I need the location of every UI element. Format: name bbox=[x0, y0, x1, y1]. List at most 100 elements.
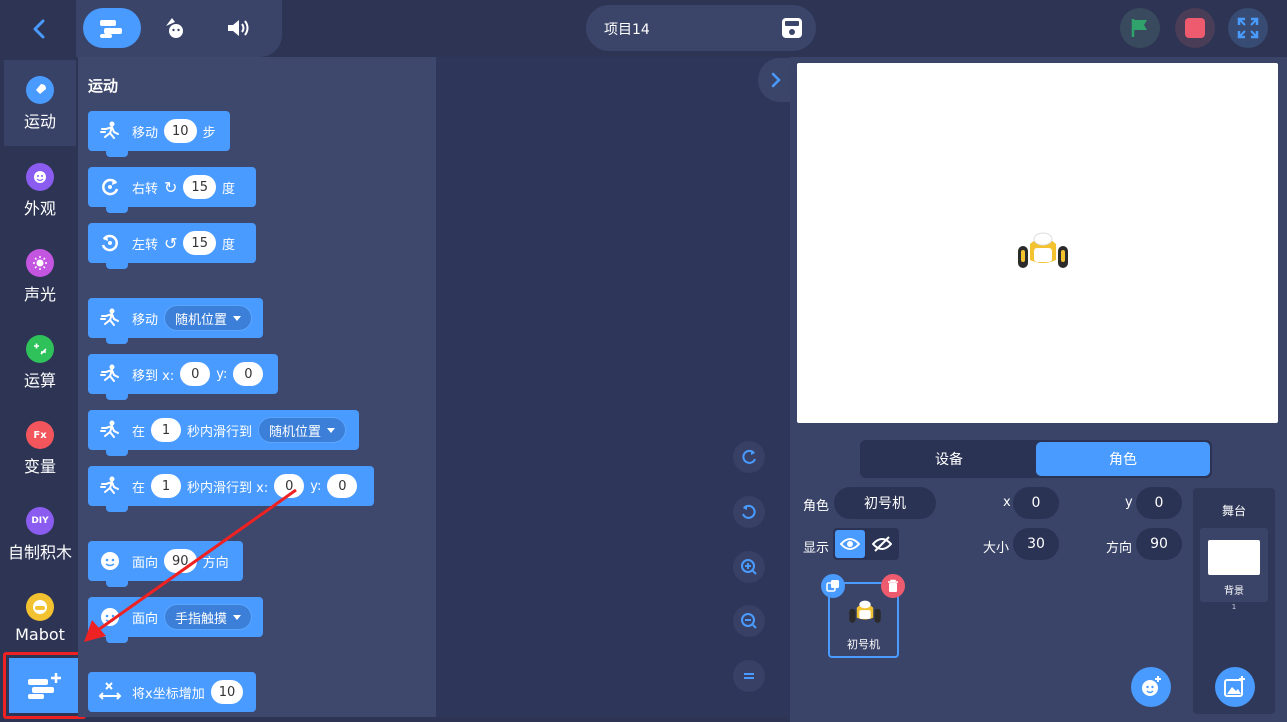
seconds-input[interactable]: 1 bbox=[151, 474, 182, 498]
category-sound-light[interactable]: 声光 bbox=[4, 233, 76, 319]
stop-button[interactable] bbox=[1175, 8, 1215, 48]
tab-device[interactable]: 设备 bbox=[862, 442, 1036, 476]
size-field[interactable]: 30 bbox=[1013, 528, 1059, 560]
redo-icon bbox=[742, 449, 756, 464]
stage-canvas[interactable] bbox=[797, 63, 1278, 423]
counterclockwise-icon: ↺ bbox=[164, 233, 178, 253]
y-label: y bbox=[1125, 495, 1133, 510]
block-turn-right[interactable]: 右转 ↻ 15 度 bbox=[88, 167, 256, 213]
show-button[interactable] bbox=[835, 530, 865, 558]
block-turn-left[interactable]: 左转 ↺ 15 度 bbox=[88, 223, 256, 269]
target-dropdown[interactable]: 随机位置 bbox=[258, 417, 347, 443]
x-input[interactable]: 0 bbox=[274, 474, 305, 498]
y-field[interactable]: 0 bbox=[1136, 487, 1182, 519]
green-flag-button[interactable] bbox=[1120, 8, 1160, 48]
running-icon bbox=[97, 305, 123, 331]
category-motion[interactable]: 运动 bbox=[4, 60, 76, 146]
project-title-bar: 项目14 bbox=[586, 5, 816, 51]
equals-icon bbox=[744, 673, 754, 679]
category-looks[interactable]: 外观 bbox=[4, 147, 76, 233]
robot-sprite-icon[interactable] bbox=[1016, 230, 1070, 272]
zoom-reset-button[interactable] bbox=[733, 660, 765, 692]
block-text: 在 bbox=[132, 424, 146, 440]
zoom-in-button[interactable] bbox=[733, 551, 765, 583]
hide-button[interactable] bbox=[867, 530, 897, 558]
block-text: y: bbox=[310, 478, 322, 494]
duplicate-sprite-button[interactable] bbox=[821, 574, 845, 598]
category-sidebar: 运动 外观 声光 运算 Fx 变量 DIY 自制积木 Mabot bbox=[4, 57, 76, 657]
category-operators[interactable]: 运算 bbox=[4, 319, 76, 405]
block-text: 秒内滑行到 x: bbox=[187, 480, 269, 496]
running-icon bbox=[97, 417, 123, 443]
target-dropdown[interactable]: 随机位置 bbox=[164, 305, 253, 331]
towards-dropdown[interactable]: 手指触摸 bbox=[164, 604, 253, 630]
rocket-icon bbox=[26, 76, 54, 104]
undo-icon bbox=[742, 504, 756, 519]
block-notch bbox=[106, 449, 128, 456]
y-input[interactable]: 0 bbox=[233, 362, 264, 386]
collapse-stage-button[interactable] bbox=[758, 58, 794, 102]
block-notch bbox=[106, 636, 128, 643]
category-variables[interactable]: Fx 变量 bbox=[4, 405, 76, 491]
project-name[interactable]: 项目14 bbox=[604, 19, 650, 39]
steps-input[interactable]: 10 bbox=[164, 119, 197, 143]
x-input[interactable]: 0 bbox=[180, 362, 211, 386]
add-backdrop-button[interactable] bbox=[1215, 667, 1255, 707]
block-notch bbox=[106, 262, 128, 269]
block-goto-random[interactable]: 移动 随机位置 bbox=[88, 298, 263, 344]
stop-icon bbox=[1185, 18, 1205, 38]
backdrop-card[interactable]: 背景 bbox=[1200, 528, 1268, 602]
x-field[interactable]: 0 bbox=[1013, 487, 1059, 519]
light-icon bbox=[26, 249, 54, 277]
degrees-input[interactable]: 15 bbox=[183, 231, 216, 255]
category-label: 运动 bbox=[23, 112, 56, 131]
tab-sounds[interactable] bbox=[209, 8, 267, 48]
category-label: 声光 bbox=[23, 285, 56, 304]
delete-sprite-button[interactable] bbox=[881, 574, 905, 598]
block-move-steps[interactable]: 移动 10 步 bbox=[88, 111, 230, 157]
tab-sprite[interactable]: 角色 bbox=[1036, 442, 1210, 476]
tab-costumes[interactable] bbox=[146, 8, 204, 48]
fullscreen-icon bbox=[1237, 17, 1259, 39]
degrees-input[interactable]: 15 bbox=[183, 175, 216, 199]
add-sprite-button[interactable] bbox=[1131, 667, 1171, 707]
fx-icon: Fx bbox=[26, 421, 54, 449]
fullscreen-button[interactable] bbox=[1228, 8, 1268, 48]
y-input[interactable]: 0 bbox=[327, 474, 358, 498]
zoom-out-button[interactable] bbox=[733, 605, 765, 637]
rotate-left-icon bbox=[97, 230, 123, 256]
sprite-name-field[interactable]: 初号机 bbox=[834, 487, 936, 519]
category-mabot[interactable]: Mabot bbox=[4, 577, 76, 663]
visibility-toggle bbox=[833, 528, 899, 560]
robot-sprite-thumbnail bbox=[849, 600, 881, 623]
block-point-direction[interactable]: 面向 90 方向 bbox=[88, 541, 243, 587]
dropdown-value: 随机位置 bbox=[175, 312, 228, 328]
x-label: x bbox=[1003, 495, 1011, 510]
running-icon bbox=[97, 473, 123, 499]
category-my-blocks[interactable]: DIY 自制积木 bbox=[4, 491, 76, 577]
dropdown-value: 手指触摸 bbox=[175, 611, 228, 627]
block-glide-random[interactable]: 在 1 秒内滑行到 随机位置 bbox=[88, 410, 359, 456]
undo-button[interactable] bbox=[733, 496, 765, 528]
block-point-towards[interactable]: 面向 手指触摸 bbox=[88, 597, 263, 643]
direction-field[interactable]: 90 bbox=[1136, 528, 1182, 560]
block-change-x[interactable]: 将x坐标增加 10 bbox=[88, 672, 256, 712]
face-icon bbox=[97, 604, 123, 630]
block-notch bbox=[106, 393, 128, 400]
block-goto-xy[interactable]: 移到 x: 0 y: 0 bbox=[88, 354, 278, 400]
block-text: 移到 x: bbox=[132, 368, 175, 384]
add-backdrop-icon bbox=[1224, 676, 1245, 697]
sprite-card-name: 初号机 bbox=[847, 638, 880, 651]
size-label: 大小 bbox=[983, 541, 1010, 556]
direction-input[interactable]: 90 bbox=[164, 549, 197, 573]
add-extension-button[interactable] bbox=[3, 652, 86, 719]
change-input[interactable]: 10 bbox=[210, 680, 244, 704]
save-button[interactable] bbox=[780, 16, 804, 40]
back-button[interactable] bbox=[4, 4, 74, 54]
redo-button[interactable] bbox=[733, 441, 765, 473]
mabot-icon bbox=[26, 593, 54, 621]
block-glide-xy[interactable]: 在 1 秒内滑行到 x: 0 y: 0 bbox=[88, 466, 374, 512]
caret-down-icon bbox=[233, 315, 242, 321]
seconds-input[interactable]: 1 bbox=[151, 418, 182, 442]
tab-code[interactable] bbox=[83, 8, 141, 48]
